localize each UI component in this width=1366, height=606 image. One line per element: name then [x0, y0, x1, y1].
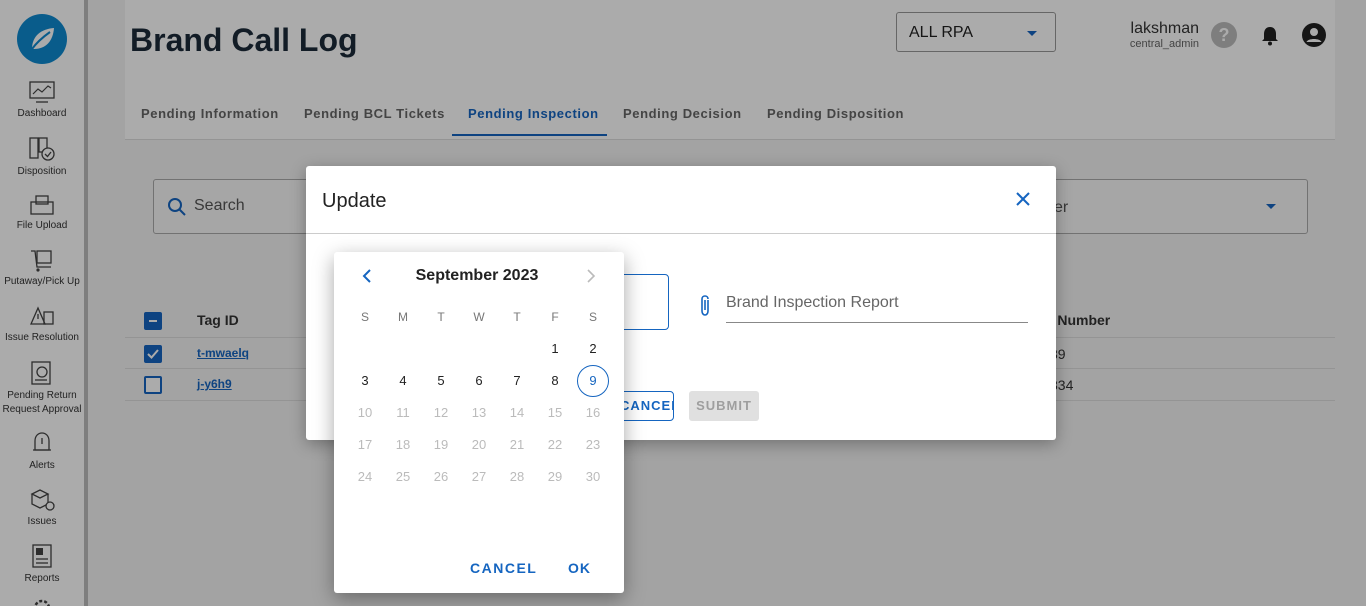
calendar-day: 18	[395, 437, 411, 452]
calendar-day-today[interactable]: 9	[577, 365, 609, 397]
calendar-day[interactable]: 6	[463, 365, 495, 397]
divider	[306, 233, 1056, 234]
calendar-day: 17	[357, 437, 373, 452]
dialog-title: Update	[322, 190, 387, 212]
calendar-day: 21	[509, 437, 525, 452]
calendar-day: 11	[396, 405, 410, 420]
calendar-day[interactable]: 1	[539, 333, 571, 365]
weekday-label: W	[473, 310, 485, 324]
calendar-day[interactable]: 5	[425, 365, 457, 397]
calendar-day[interactable]: 3	[349, 365, 381, 397]
chevron-right-icon[interactable]	[582, 268, 598, 284]
calendar-day[interactable]: 8	[539, 365, 571, 397]
calendar-day[interactable]: 7	[501, 365, 533, 397]
calendar-day: 20	[471, 437, 487, 452]
calendar-day: 10	[357, 405, 373, 420]
calendar-day: 28	[509, 469, 525, 484]
calendar-day: 13	[471, 405, 487, 420]
weekday-label: S	[588, 310, 597, 324]
calendar-day: 23	[585, 437, 601, 452]
weekday-label: T	[437, 310, 445, 324]
calendar-day: 24	[357, 469, 373, 484]
submit-button[interactable]: SUBMIT	[689, 391, 759, 421]
weekday-label: S	[360, 310, 369, 324]
calendar-day: 22	[547, 437, 563, 452]
date-picker: September 2023 S M T W T F S 1 2 3 4 5 6 7 8 9 10…	[334, 252, 624, 593]
calendar-day: 30	[585, 469, 601, 484]
calendar-day: 19	[433, 437, 449, 452]
calendar-day: 12	[433, 405, 449, 420]
close-icon[interactable]	[1014, 190, 1032, 208]
picker-ok-button[interactable]: OK	[568, 560, 591, 576]
report-placeholder: Brand Inspection Report	[726, 294, 899, 311]
picker-month-label: September 2023	[415, 267, 539, 284]
weekday-label: M	[398, 310, 408, 324]
calendar-day: 27	[471, 469, 487, 484]
calendar-day: 26	[433, 469, 449, 484]
calendar-day: 14	[509, 405, 525, 420]
weekday-label: T	[513, 310, 521, 324]
picker-cancel-button[interactable]: CANCEL	[470, 560, 537, 576]
weekday-label: F	[551, 310, 559, 324]
calendar-day: 15	[547, 405, 563, 420]
calendar-day[interactable]: 4	[387, 365, 419, 397]
paperclip-icon[interactable]	[697, 294, 713, 318]
calendar-day: 16	[585, 405, 601, 420]
calendar-day: 29	[547, 469, 563, 484]
brand-inspection-report-field[interactable]: Brand Inspection Report	[726, 294, 1028, 323]
calendar-day[interactable]: 2	[577, 333, 609, 365]
calendar-day: 25	[395, 469, 411, 484]
